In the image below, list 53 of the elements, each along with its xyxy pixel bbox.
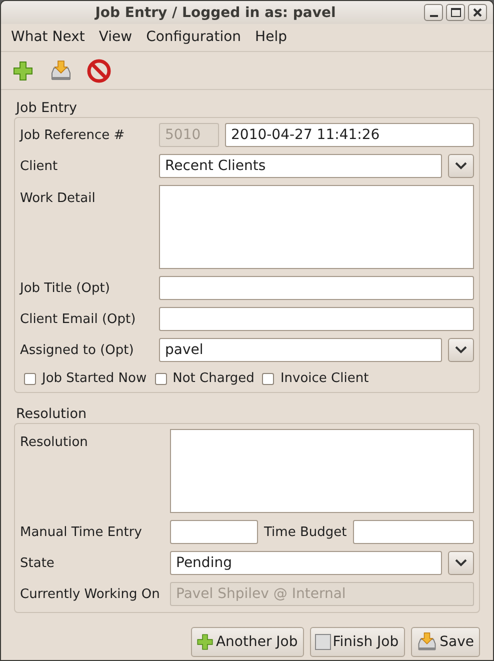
text-area[interactable]	[159, 185, 474, 269]
input-field[interactable]	[352, 520, 474, 544]
square-icon	[314, 634, 331, 650]
input-field[interactable]	[159, 307, 474, 331]
checkbox[interactable]: Not Charged	[154, 371, 254, 386]
field-label: State	[20, 556, 56, 570]
section-title: Job Entry	[16, 100, 78, 116]
combo-field[interactable]: Pending	[170, 551, 442, 575]
maximize-icon	[450, 8, 460, 17]
tray-arrow-icon	[49, 59, 73, 83]
field-label: Manual Time Entry	[20, 524, 143, 540]
field-label: Currently Working On	[20, 586, 161, 602]
field-label: Time Budget	[264, 524, 347, 540]
input-field[interactable]	[170, 520, 258, 544]
caret-icon	[455, 162, 467, 170]
section-title: Resolution	[16, 406, 88, 422]
input-field[interactable]	[159, 276, 474, 300]
no-entry-icon	[87, 59, 111, 83]
close-icon	[473, 8, 482, 17]
checkbox[interactable]: Invoice Client	[262, 371, 369, 386]
dropdown-button[interactable]	[448, 551, 474, 575]
field-label: Resolution	[20, 435, 89, 450]
date-field[interactable]: 2010-04-27 11:41:26	[225, 123, 474, 147]
minimize-button[interactable]	[424, 4, 443, 21]
window-title: Job Entry / Logged in as: pavel	[94, 4, 337, 20]
menu-item[interactable]: Configuration	[140, 27, 248, 47]
field-label: Job Reference #	[20, 128, 126, 142]
dropdown-button[interactable]	[448, 338, 474, 362]
combo-field[interactable]: Recent Clients	[159, 154, 442, 178]
field-label: Work Detail	[20, 191, 96, 206]
action-button[interactable]: Another Job	[190, 627, 304, 657]
caret-icon	[455, 559, 467, 567]
field-label: Client	[20, 158, 59, 174]
caret-icon	[455, 346, 467, 354]
plus-icon	[196, 633, 214, 651]
field-label: Job Title (Opt)	[20, 280, 111, 296]
combo-field[interactable]: pavel	[159, 338, 442, 362]
minimize-icon	[430, 14, 438, 16]
text-area[interactable]	[170, 429, 474, 513]
menu-item[interactable]: View	[92, 27, 138, 47]
menu-item[interactable]: What Next	[5, 27, 91, 47]
dropdown-button[interactable]	[448, 154, 474, 178]
tray-arrow-icon	[416, 631, 438, 653]
checkbox[interactable]: Job Started Now	[24, 371, 147, 386]
maximize-button[interactable]	[446, 4, 465, 21]
field-label: Assigned to (Opt)	[20, 342, 135, 358]
menu-item[interactable]: Help	[249, 27, 293, 47]
close-button[interactable]	[468, 4, 487, 21]
disabled-field: Pavel Shpilev @ Internal	[170, 582, 474, 606]
field-label: Client Email (Opt)	[20, 312, 137, 326]
plus-icon	[12, 60, 34, 82]
action-button[interactable]: Save	[410, 627, 480, 657]
action-button[interactable]: Finish Job	[310, 627, 405, 657]
